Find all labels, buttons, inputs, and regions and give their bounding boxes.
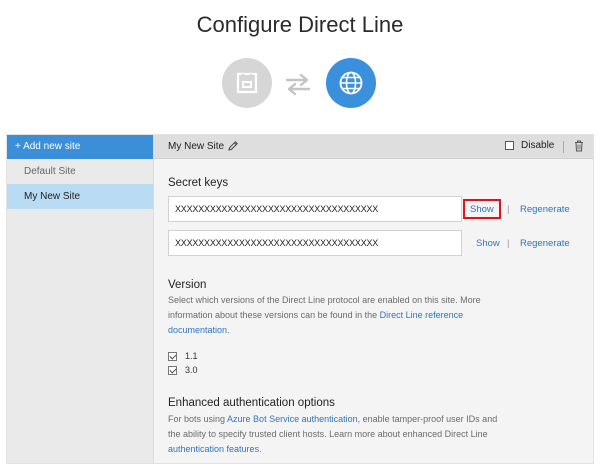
auth-desc-text-3: . bbox=[259, 444, 262, 454]
swap-arrows-icon bbox=[285, 73, 311, 96]
sites-sidebar: + Add new site Default Site My New Site bbox=[7, 135, 154, 463]
version-3-0-label: 3.0 bbox=[185, 365, 198, 375]
disable-toggle[interactable]: Disable bbox=[505, 140, 554, 151]
version-title: Version bbox=[168, 279, 207, 291]
trash-icon[interactable] bbox=[574, 140, 584, 152]
add-new-site-button[interactable]: + Add new site bbox=[7, 135, 153, 159]
enhanced-auth-description: For bots using Azure Bot Service authent… bbox=[168, 412, 500, 457]
authentication-features-link[interactable]: authentication features bbox=[168, 444, 259, 454]
channel-hero bbox=[220, 58, 380, 110]
sidebar-item-my-new-site[interactable]: My New Site bbox=[7, 184, 153, 209]
site-details: My New Site Disable Secret keys XXXXXXXX… bbox=[154, 135, 593, 463]
version-option-1-1[interactable]: 1.1 bbox=[168, 351, 198, 361]
version-3-0-checkbox[interactable] bbox=[168, 365, 177, 375]
version-option-3-0[interactable]: 3.0 bbox=[168, 365, 198, 375]
auth-desc-text-1: For bots using bbox=[168, 414, 228, 424]
bot-icon bbox=[222, 58, 272, 108]
azure-bot-service-auth-link[interactable]: Azure Bot Service authentication bbox=[227, 414, 358, 424]
site-header: My New Site Disable bbox=[154, 135, 593, 159]
show-key-1-button[interactable]: Show bbox=[470, 204, 494, 215]
show-key-2-button[interactable]: Show bbox=[476, 238, 500, 249]
regenerate-key-1-button[interactable]: Regenerate bbox=[520, 204, 570, 215]
link-separator: | bbox=[507, 238, 510, 249]
enhanced-auth-title: Enhanced authentication options bbox=[168, 397, 335, 409]
page-title: Configure Direct Line bbox=[196, 12, 404, 37]
secret-keys-title: Secret keys bbox=[168, 177, 229, 189]
pencil-icon[interactable] bbox=[227, 140, 239, 152]
version-description: Select which versions of the Direct Line… bbox=[168, 293, 498, 338]
site-name-label: My New Site bbox=[168, 141, 225, 152]
link-separator: | bbox=[507, 204, 510, 215]
site-config-panel: + Add new site Default Site My New Site … bbox=[6, 134, 594, 464]
regenerate-key-2-button[interactable]: Regenerate bbox=[520, 238, 570, 249]
version-1-1-label: 1.1 bbox=[185, 351, 198, 361]
secret-key-1-field[interactable]: XXXXXXXXXXXXXXXXXXXXXXXXXXXXXXXXXXX bbox=[168, 196, 462, 222]
version-1-1-checkbox[interactable] bbox=[168, 351, 177, 361]
version-desc-end: . bbox=[227, 325, 230, 335]
disable-label: Disable bbox=[521, 140, 555, 151]
sidebar-item-default-site[interactable]: Default Site bbox=[7, 159, 153, 184]
globe-icon bbox=[326, 58, 376, 108]
disable-checkbox[interactable] bbox=[505, 141, 514, 150]
secret-key-2-field[interactable]: XXXXXXXXXXXXXXXXXXXXXXXXXXXXXXXXXXX bbox=[168, 230, 462, 256]
header-divider bbox=[563, 141, 564, 153]
